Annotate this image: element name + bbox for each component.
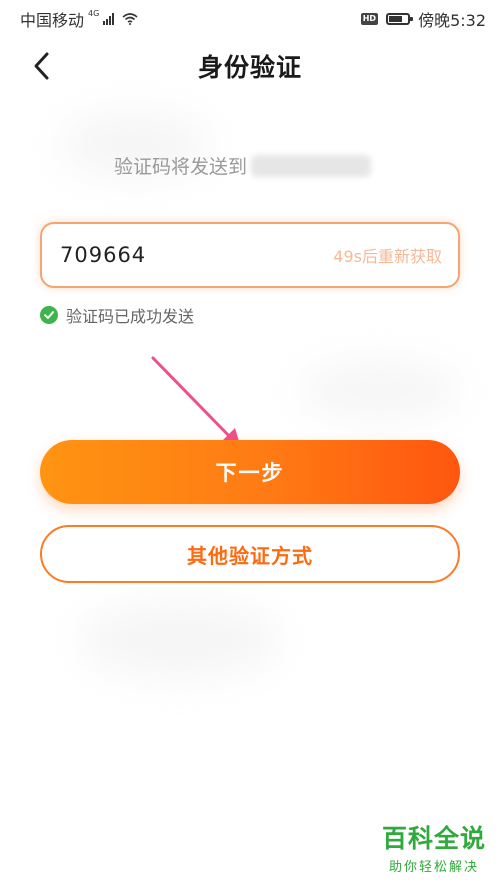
- hd-badge: HD: [360, 13, 379, 25]
- sent-to-text: 验证码将发送到: [114, 152, 372, 179]
- check-circle-icon: [40, 306, 58, 324]
- watermark-subtitle: 助你轻松解决: [388, 860, 479, 875]
- verification-code-input[interactable]: 709664 49s后重新获取: [40, 222, 460, 288]
- background-blur: [80, 600, 280, 680]
- wifi-icon: [122, 10, 138, 29]
- sent-to-label: 验证码将发送到: [114, 156, 248, 178]
- masked-phone-number: [251, 154, 372, 177]
- watermark-title: 百科全说: [381, 824, 486, 853]
- success-message: 验证码已成功发送: [40, 303, 194, 327]
- watermark-logo: 百科全说 助你轻松解决: [382, 819, 486, 875]
- success-text: 验证码已成功发送: [66, 307, 195, 326]
- battery-icon: [386, 13, 414, 25]
- carrier-name: 中国移动: [20, 11, 85, 30]
- background-blur: [300, 360, 460, 420]
- status-bar: 中国移动 4G HD 傍晚5:32: [0, 0, 500, 34]
- network-type: 4G: [88, 8, 100, 18]
- next-step-button[interactable]: 下一步: [40, 440, 460, 504]
- signal-icon: [103, 13, 115, 25]
- other-verification-methods-button[interactable]: 其他验证方式: [40, 525, 460, 583]
- clock: 傍晚5:32: [418, 11, 486, 30]
- resend-countdown[interactable]: 49s后重新获取: [333, 243, 442, 267]
- verification-code-value[interactable]: 709664: [60, 243, 146, 267]
- page-title: 身份验证: [197, 53, 302, 82]
